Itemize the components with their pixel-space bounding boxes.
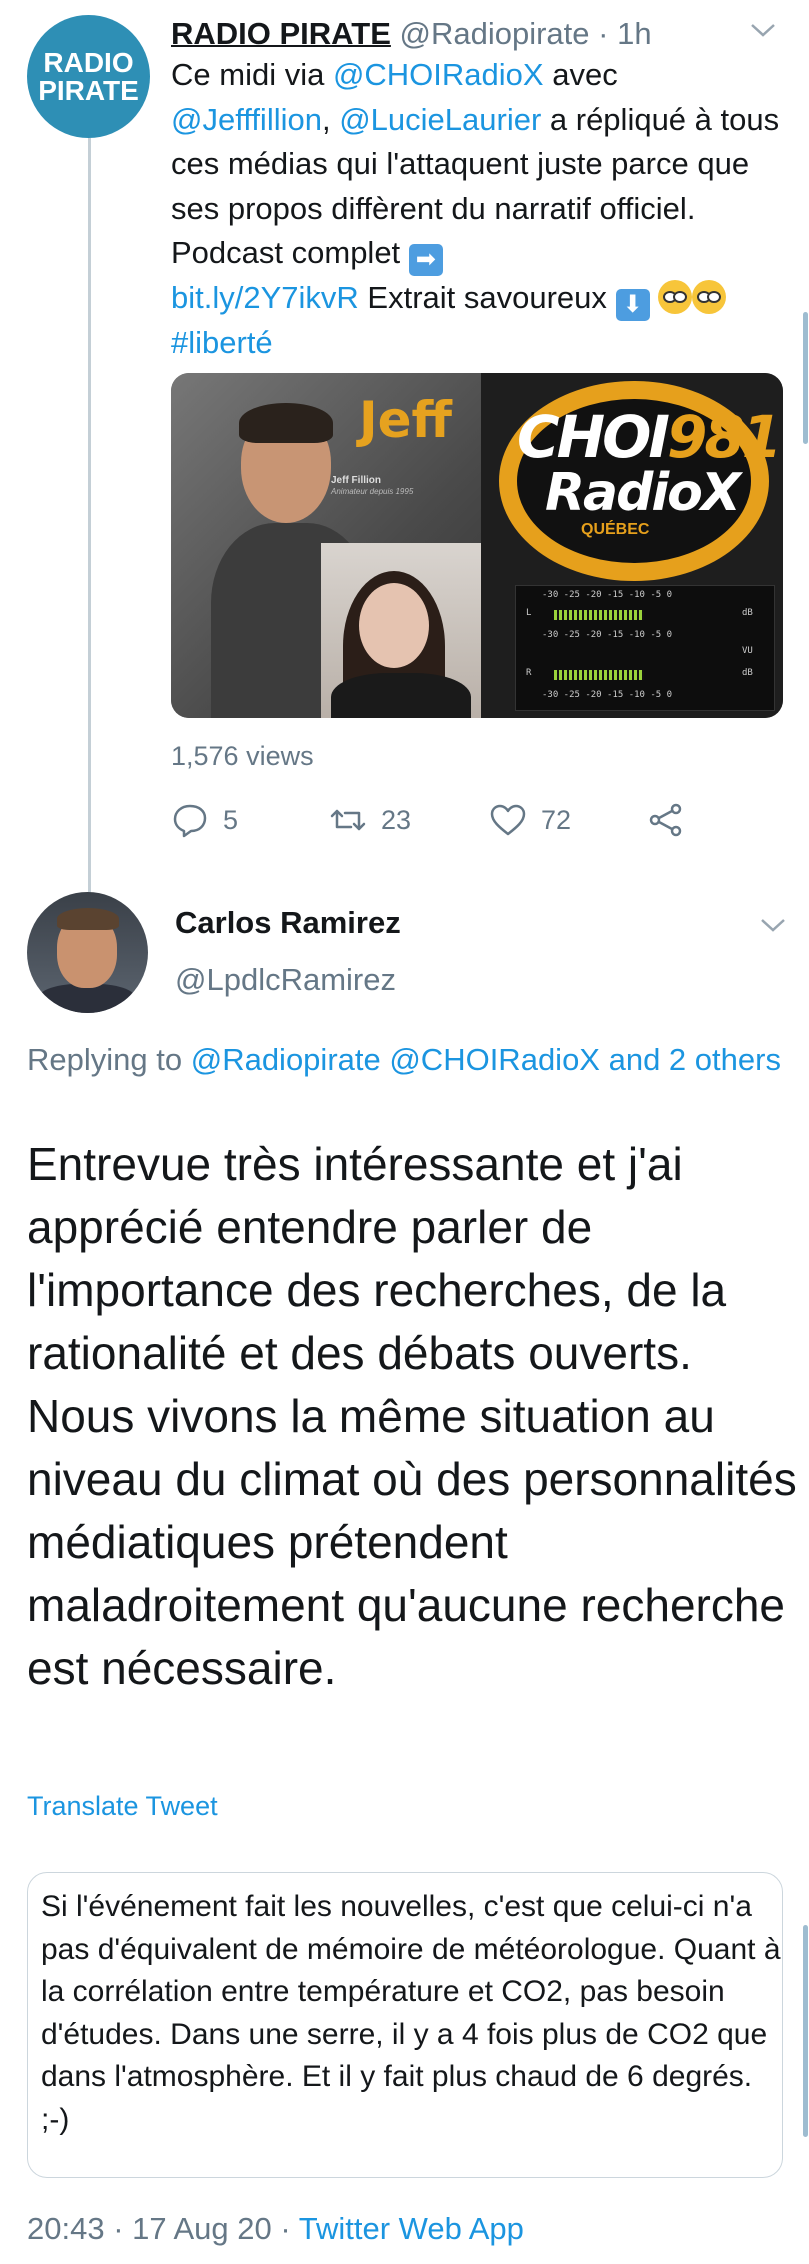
jeff-sub2: Animateur depuis 1995 bbox=[331, 487, 414, 496]
avatar-text: RADIO bbox=[43, 46, 134, 78]
thread-line bbox=[88, 138, 91, 898]
retweet-icon bbox=[330, 809, 366, 831]
like-count: 72 bbox=[541, 804, 572, 835]
hashtag-link[interactable]: #liberté bbox=[171, 325, 273, 360]
mention-link[interactable]: @LucieLaurier bbox=[339, 102, 541, 137]
meter-row-r: R dB bbox=[526, 668, 753, 680]
tweet-text-part: , bbox=[321, 101, 340, 137]
view-count: 1,576 views bbox=[171, 741, 314, 771]
share-icon bbox=[649, 803, 682, 837]
timestamp-text: 20:43 · 17 Aug 20 · bbox=[27, 2211, 299, 2246]
display-name[interactable]: Carlos Ramirez bbox=[175, 905, 401, 941]
tweet-timestamp: 20:43 · 17 Aug 20 · Twitter Web App bbox=[27, 2211, 524, 2247]
jeff-sub: Jeff Fillion bbox=[331, 475, 381, 486]
avatar[interactable]: RADIO PIRATE bbox=[27, 15, 150, 138]
tweet-time: · 1h bbox=[598, 16, 652, 51]
avatar[interactable] bbox=[27, 892, 148, 1013]
like-button[interactable]: 72 bbox=[489, 795, 571, 845]
meter-scale: -30 -25 -20 -15 -10 -5 0 bbox=[542, 590, 673, 600]
mention-link[interactable]: @CHOIRadioX bbox=[333, 57, 544, 92]
jeff-label: Jeff bbox=[359, 391, 453, 449]
nerd-face-emoji-icon bbox=[692, 280, 727, 314]
quoted-text-box: Si l'événement fait les nouvelles, c'est… bbox=[27, 1872, 783, 2178]
tweet-text: Entrevue très intéressante et j'ai appré… bbox=[27, 1138, 797, 1694]
down-arrow-emoji-icon: ⬇ bbox=[615, 289, 650, 321]
media-photo-left: Jeff Jeff Fillion Animateur depuis 1995 bbox=[171, 373, 481, 718]
retweet-count: 23 bbox=[381, 804, 412, 835]
retweet-button[interactable]: 23 bbox=[329, 795, 411, 845]
meter-vu: VU bbox=[742, 646, 753, 656]
meter-scale: -30 -25 -20 -15 -10 -5 0 bbox=[542, 690, 673, 700]
chevron-down-icon[interactable] bbox=[758, 915, 788, 935]
scrollbar[interactable] bbox=[803, 1925, 808, 2137]
avatar-text: PIRATE bbox=[38, 74, 139, 106]
reply-count: 5 bbox=[223, 804, 239, 835]
user-handle[interactable]: @Radiopirate bbox=[400, 16, 590, 51]
source-app-link[interactable]: Twitter Web App bbox=[299, 2211, 524, 2246]
meter-row-l: L dB bbox=[526, 608, 753, 620]
vu-meter: -30 -25 -20 -15 -10 -5 0 L dB -30 -25 -2… bbox=[515, 585, 775, 711]
replying-targets-link[interactable]: @Radiopirate @CHOIRadioX and 2 others bbox=[191, 1042, 781, 1077]
chevron-down-icon[interactable] bbox=[748, 20, 778, 40]
right-arrow-emoji-icon: ➡ bbox=[408, 244, 443, 276]
tweet-text-part: avec bbox=[543, 57, 618, 92]
tweet-text-part: Ce midi via bbox=[171, 57, 333, 92]
logo-quebec: QUÉBEC bbox=[581, 521, 650, 538]
reply-icon bbox=[173, 804, 207, 838]
scrollbar[interactable] bbox=[803, 312, 808, 444]
display-name[interactable]: RADIO PIRATE bbox=[171, 16, 391, 51]
translate-tweet-link[interactable]: Translate Tweet bbox=[27, 1791, 218, 1822]
guest-photo bbox=[321, 543, 481, 718]
heart-icon bbox=[490, 804, 526, 836]
logo-radio: RadioX bbox=[545, 463, 741, 523]
tweet-actions: 5 23 72 bbox=[171, 795, 711, 845]
meter-scale: -30 -25 -20 -15 -10 -5 0 bbox=[542, 630, 673, 640]
replying-to: Replying to @Radiopirate @CHOIRadioX and… bbox=[27, 1038, 787, 1082]
nerd-face-emoji-icon bbox=[658, 280, 693, 314]
tweet-media-video[interactable]: Jeff Jeff Fillion Animateur depuis 1995 … bbox=[171, 373, 783, 718]
logo-text: CHOI981 bbox=[517, 403, 782, 471]
station-logo: CHOI981 RadioX QUÉBEC -30 -25 -20 -15 -1… bbox=[481, 373, 783, 718]
tweet-text: Ce midi via @CHOIRadioX avec @Jefffillio… bbox=[171, 53, 791, 366]
url-link[interactable]: bit.ly/2Y7ikvR bbox=[171, 280, 359, 315]
quote-text: Si l'événement fait les nouvelles, c'est… bbox=[41, 1890, 781, 2136]
tweet-header: RADIO PIRATE @Radiopirate · 1h bbox=[171, 12, 771, 56]
reply-button[interactable]: 5 bbox=[171, 795, 238, 845]
tweet-text-part: Extrait savoureux bbox=[358, 280, 616, 315]
user-handle[interactable]: @LpdlcRamirez bbox=[175, 962, 396, 998]
share-button[interactable] bbox=[647, 795, 699, 845]
replying-prefix: Replying to bbox=[27, 1042, 191, 1077]
mention-link[interactable]: @Jefffillion bbox=[171, 102, 322, 137]
